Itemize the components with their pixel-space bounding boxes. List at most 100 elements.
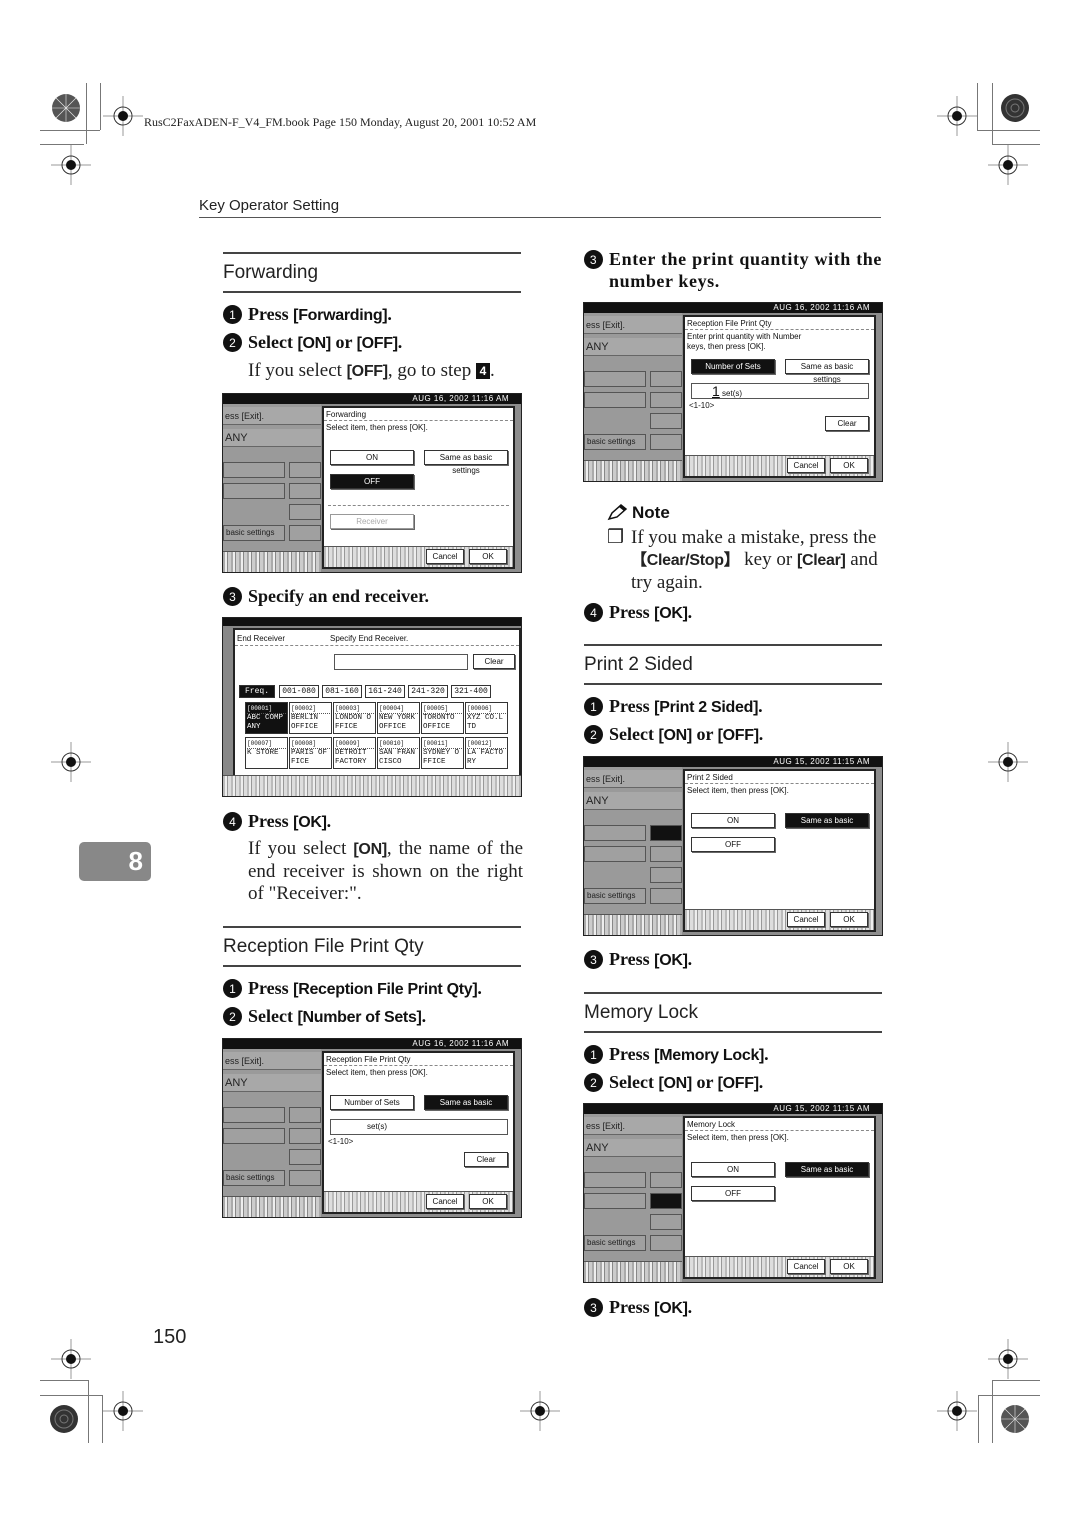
menu-cell xyxy=(223,1107,285,1123)
key-label: 【Clear/Stop】 xyxy=(631,552,740,569)
same-as-basic-button[interactable]: Same as basic settings xyxy=(424,1095,508,1120)
destination-button[interactable]: [00007] K STORE xyxy=(245,737,288,769)
destination-name: LA FACTO RY xyxy=(467,749,504,766)
menu-row: ess [Exit]. xyxy=(584,1117,682,1135)
destination-button[interactable]: [00006] XYZ CO.L TD xyxy=(465,702,508,734)
starburst-icon xyxy=(1001,94,1029,122)
crop-line xyxy=(40,130,100,131)
menu-row: ess [Exit]. xyxy=(584,316,682,334)
step-number: 2 xyxy=(223,333,242,352)
step-text: . xyxy=(758,724,764,744)
destination-button[interactable]: [00005] TORONTO OFFICE xyxy=(421,702,464,734)
key-label: [OFF] xyxy=(717,727,759,744)
footer-pattern xyxy=(584,914,682,935)
step-number: 1 xyxy=(223,305,242,324)
ok-button[interactable]: OK xyxy=(830,912,868,927)
off-button[interactable]: OFF xyxy=(330,474,414,489)
clear-button[interactable]: Clear xyxy=(825,416,869,431)
clear-button[interactable]: Clear xyxy=(473,654,515,669)
cancel-button[interactable]: Cancel xyxy=(787,1259,825,1274)
cancel-button[interactable]: Cancel xyxy=(787,458,825,473)
clear-button[interactable]: Clear xyxy=(464,1152,508,1167)
destination-code: [00006] xyxy=(467,704,506,714)
destination-button[interactable]: [00009] DETROIT FACTORY xyxy=(333,737,376,769)
key-label: [Number of Sets] xyxy=(297,1009,422,1026)
same-as-basic-button[interactable]: Same as basic settings xyxy=(785,359,869,384)
forwarding-screen: AUG 16, 2002 11:16 AM ess [Exit]. ANY ba… xyxy=(222,393,522,573)
footer-pattern xyxy=(223,775,521,796)
background-menu: ess [Exit]. ANY basic settings xyxy=(584,767,682,935)
footer-pattern xyxy=(223,551,321,572)
menu-row: ANY xyxy=(223,1074,321,1092)
destination-tab[interactable]: 081-160 xyxy=(322,685,362,698)
destination-button[interactable]: [00002] BERLIN OFFICE xyxy=(289,702,332,734)
on-button[interactable]: ON xyxy=(691,813,775,828)
same-as-basic-button[interactable]: Same as basic settings xyxy=(785,1162,869,1187)
sets-input[interactable]: set(s) xyxy=(330,1119,508,1135)
divider xyxy=(328,505,509,506)
cancel-button[interactable]: Cancel xyxy=(426,549,464,564)
receiver-input[interactable] xyxy=(334,654,468,670)
ok-button[interactable]: OK xyxy=(469,549,507,564)
off-button[interactable]: OFF xyxy=(691,1186,775,1201)
divider xyxy=(584,683,882,685)
destination-name: XYZ CO.L TD xyxy=(467,714,504,731)
cancel-button[interactable]: Cancel xyxy=(426,1194,464,1209)
menu-cell xyxy=(650,1235,682,1251)
destination-button[interactable]: [00008] PARIS OF FICE xyxy=(289,737,332,769)
registration-mark-icon xyxy=(937,1391,977,1431)
step-2: 2 Select [ON] or [OFF]. xyxy=(223,331,402,355)
destination-button[interactable]: [00011] SYDNEY O FFICE xyxy=(421,737,464,769)
step-1: 1 Press [Memory Lock]. xyxy=(584,1043,769,1067)
dialog: Reception File Print Qty Enter print qua… xyxy=(683,315,876,478)
dialog: Forwarding Select item, then press [OK].… xyxy=(322,406,515,569)
destination-tab[interactable]: 001-080 xyxy=(279,685,319,698)
step-text: or xyxy=(691,724,718,744)
dialog-title: Reception File Print Qty xyxy=(687,319,772,328)
destination-button[interactable]: [00012] LA FACTO RY xyxy=(465,737,508,769)
destination-button[interactable]: [00001] ABC COMP ANY xyxy=(245,702,288,734)
dialog-title: Print 2 Sided xyxy=(687,773,733,782)
ok-button[interactable]: OK xyxy=(830,1259,868,1274)
on-button[interactable]: ON xyxy=(691,1162,775,1177)
background-menu: ess [Exit]. ANY basic settings xyxy=(584,1114,682,1282)
destination-button[interactable]: [00004] NEW YORK OFFICE xyxy=(377,702,420,734)
starburst-icon xyxy=(1001,1405,1029,1433)
crop-line xyxy=(978,1395,1040,1396)
menu-cell xyxy=(289,462,321,478)
destination-button[interactable]: [00003] LONDON O FFICE xyxy=(333,702,376,734)
destination-tab[interactable]: 161-240 xyxy=(365,685,405,698)
sets-input[interactable]: 1 set(s) xyxy=(691,383,869,399)
destination-tab[interactable]: 241-320 xyxy=(408,685,448,698)
registration-mark-icon xyxy=(103,96,143,136)
on-button[interactable]: ON xyxy=(330,450,414,465)
dialog-instruction: Select item, then press [OK]. xyxy=(326,423,428,432)
number-of-sets-button[interactable]: Number of Sets xyxy=(691,359,775,374)
destination-code: [00004] xyxy=(379,704,418,714)
destination-button[interactable]: [00010] SAN FRAN CISCO xyxy=(377,737,420,769)
destination-name: LONDON O FFICE xyxy=(335,714,372,731)
off-button[interactable]: OFF xyxy=(691,837,775,852)
ok-button[interactable]: OK xyxy=(830,458,868,473)
same-as-basic-button[interactable]: Same as basic settings xyxy=(424,450,508,475)
dialog-title: End Receiver xyxy=(237,634,286,643)
checkbox-icon: ❒ xyxy=(607,527,625,548)
step-text: . xyxy=(687,949,693,969)
step-text: . xyxy=(758,696,763,716)
cancel-button[interactable]: Cancel xyxy=(787,912,825,927)
menu-cell xyxy=(650,888,682,904)
datetime: AUG 15, 2002 11:15 AM xyxy=(584,757,882,767)
destination-tab[interactable]: Freq. xyxy=(239,685,275,698)
menu-row: ess [Exit]. xyxy=(584,770,682,788)
destination-tab[interactable]: 321-400 xyxy=(451,685,491,698)
dialog-instruction: Select item, then press [OK]. xyxy=(687,1133,789,1142)
same-as-basic-button[interactable]: Same as basic settings xyxy=(785,813,869,838)
menu-cell xyxy=(289,504,321,520)
key-label: [OFF] xyxy=(356,335,398,352)
step-4: 4 Press [OK]. xyxy=(223,810,331,834)
step-text: . xyxy=(477,978,482,998)
receiver-button[interactable]: Receiver xyxy=(330,514,414,529)
step-text: or xyxy=(691,1072,718,1092)
number-of-sets-button[interactable]: Number of Sets xyxy=(330,1095,414,1110)
ok-button[interactable]: OK xyxy=(469,1194,507,1209)
